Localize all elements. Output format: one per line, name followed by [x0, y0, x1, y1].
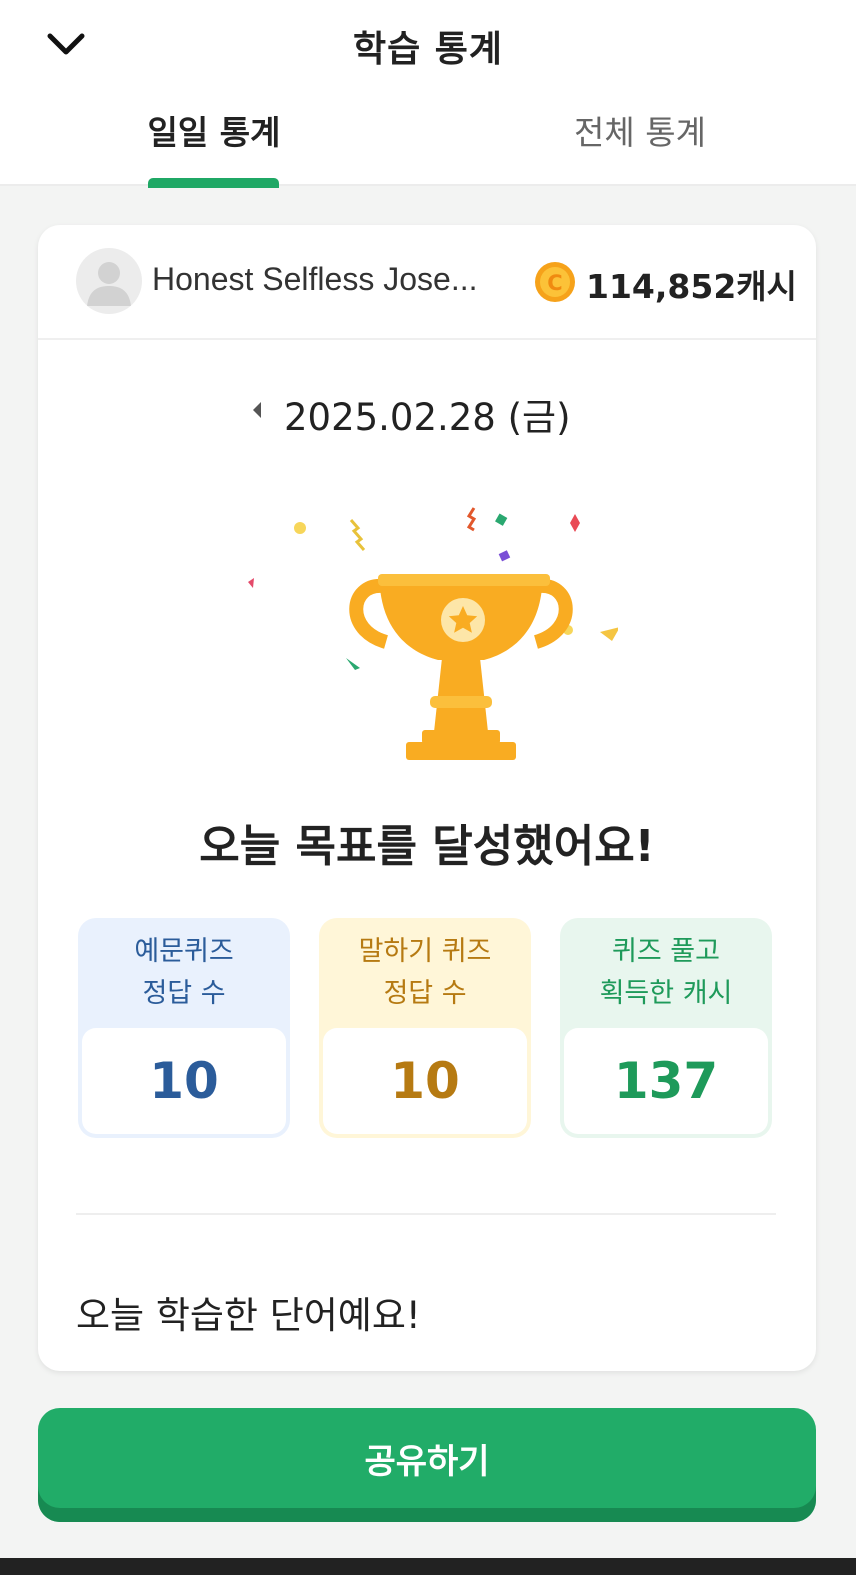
stat-label-line2: 정답 수: [383, 978, 467, 1009]
stat-label-line1: 예문퀴즈: [134, 936, 234, 967]
share-button[interactable]: 공유하기: [38, 1408, 816, 1522]
active-tab-indicator: [148, 178, 279, 188]
user-name: Honest Selfless Jose...: [152, 261, 478, 297]
stat-value: 10: [323, 1028, 527, 1134]
profile-row: Honest Selfless Jose... C 114,852캐시: [38, 225, 816, 340]
header: 학습 통계 일일 통계 전체 통계: [0, 0, 856, 188]
divider: [76, 1213, 776, 1215]
caret-left-icon: [253, 402, 261, 418]
tab-total-stats[interactable]: 전체 통계: [526, 106, 754, 186]
stat-label-line2: 정답 수: [142, 978, 226, 1009]
learned-words-title: 오늘 학습한 단어예요!: [76, 1294, 421, 1337]
page-title: 학습 통계: [352, 29, 503, 70]
stat-value: 10: [82, 1028, 286, 1134]
daily-stats-card: Honest Selfless Jose... C 114,852캐시 2025…: [38, 225, 816, 1371]
cash-amount: 114,852캐시: [586, 267, 798, 306]
user-silhouette-icon: [87, 262, 131, 306]
stat-label-line1: 퀴즈 풀고: [612, 936, 720, 967]
stat-label-line2: 획득한 캐시: [599, 978, 733, 1009]
previous-date-button[interactable]: [244, 397, 270, 423]
goal-achieved-message: 오늘 목표를 달성했어요!: [199, 821, 655, 872]
stat-label-line1: 말하기 퀴즈: [358, 936, 492, 967]
stat-earned-cash: 퀴즈 풀고 획득한 캐시 137: [560, 918, 772, 1138]
trophy-illustration: [248, 507, 618, 760]
svg-text:C: C: [547, 271, 562, 295]
tab-daily-stats[interactable]: 일일 통계: [100, 106, 328, 186]
date-selector: 2025.02.28 (금): [38, 385, 816, 439]
stat-value: 137: [564, 1028, 768, 1134]
stat-sentence-quiz: 예문퀴즈 정답 수 10: [78, 918, 290, 1138]
home-indicator-bar: [0, 1558, 856, 1575]
date-text: 2025.02.28 (금): [284, 396, 571, 439]
stat-speaking-quiz: 말하기 퀴즈 정답 수 10: [319, 918, 531, 1138]
avatar: [76, 248, 142, 314]
coin-icon: C: [535, 262, 575, 302]
